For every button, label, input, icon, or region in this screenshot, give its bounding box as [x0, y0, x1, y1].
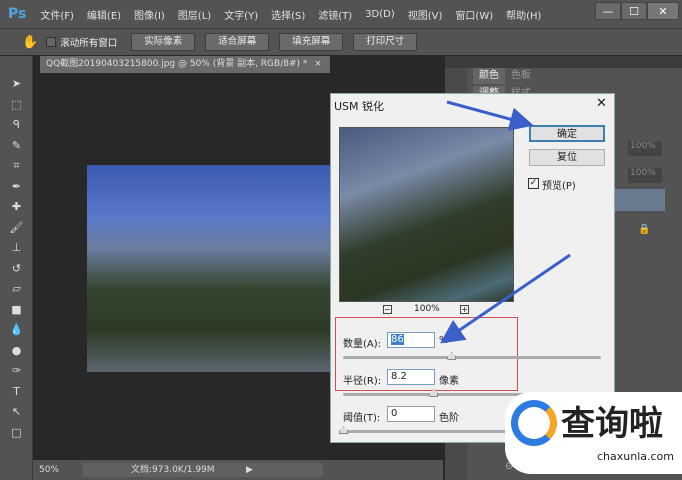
watermark-url: chaxunla.com [597, 450, 674, 463]
watermark: 查询啦 chaxunla.com [505, 392, 682, 474]
arrow-to-ok [446, 100, 534, 131]
watermark-brand: 查询啦 [561, 404, 663, 444]
watermark-logo-icon [511, 400, 557, 446]
doc-info: 文档:973.0K/1.99M [131, 465, 215, 475]
arrow-to-amount [440, 253, 571, 344]
